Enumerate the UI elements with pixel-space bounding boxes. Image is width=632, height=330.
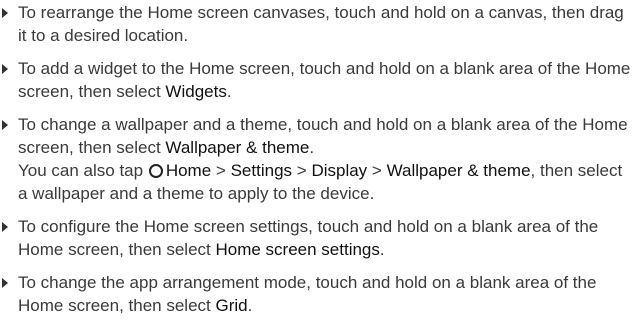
manual-page: To rearrange the Home screen canvases, t…: [0, 1, 632, 330]
list-item: To configure the Home screen settings, t…: [0, 215, 632, 261]
path-separator: >: [371, 161, 382, 180]
list-item: To rearrange the Home screen canvases, t…: [0, 1, 632, 47]
item-tail: .: [247, 296, 253, 315]
item-tail: .: [309, 138, 315, 157]
triangle-bullet-icon: [2, 64, 8, 74]
menu-option-wallpaper-theme: Wallpaper & theme: [165, 138, 310, 157]
list-item: To change a wallpaper and a theme, touch…: [0, 113, 632, 205]
menu-option-grid: Grid: [215, 296, 248, 315]
item-text: To add a widget to the Home screen, touc…: [18, 59, 631, 101]
list-item: To add a widget to the Home screen, touc…: [0, 57, 632, 103]
triangle-bullet-icon: [2, 222, 8, 232]
instruction-list: To rearrange the Home screen canvases, t…: [0, 1, 632, 317]
list-item: To change the app arrangement mode, touc…: [0, 271, 632, 317]
path-display: Display: [311, 161, 368, 180]
item-text: To rearrange the Home screen canvases, t…: [18, 3, 624, 45]
item-text: To change a wallpaper and a theme, touch…: [18, 115, 628, 157]
triangle-bullet-icon: [2, 8, 8, 18]
path-settings: Settings: [230, 161, 293, 180]
item-tail: .: [379, 240, 385, 259]
menu-option-widgets: Widgets: [165, 82, 227, 101]
path-home: Home: [165, 161, 212, 180]
triangle-bullet-icon: [2, 120, 8, 130]
path-separator: >: [296, 161, 307, 180]
menu-option-home-screen-settings: Home screen settings: [215, 240, 380, 259]
alt-instruction-lead: You can also tap: [18, 161, 144, 180]
item-text: To change the app arrangement mode, touc…: [18, 273, 597, 315]
triangle-bullet-icon: [2, 278, 8, 288]
home-circle-icon: [148, 164, 163, 178]
path-wallpaper-theme: Wallpaper & theme: [386, 161, 531, 180]
path-separator: >: [215, 161, 226, 180]
item-tail: .: [226, 82, 232, 101]
